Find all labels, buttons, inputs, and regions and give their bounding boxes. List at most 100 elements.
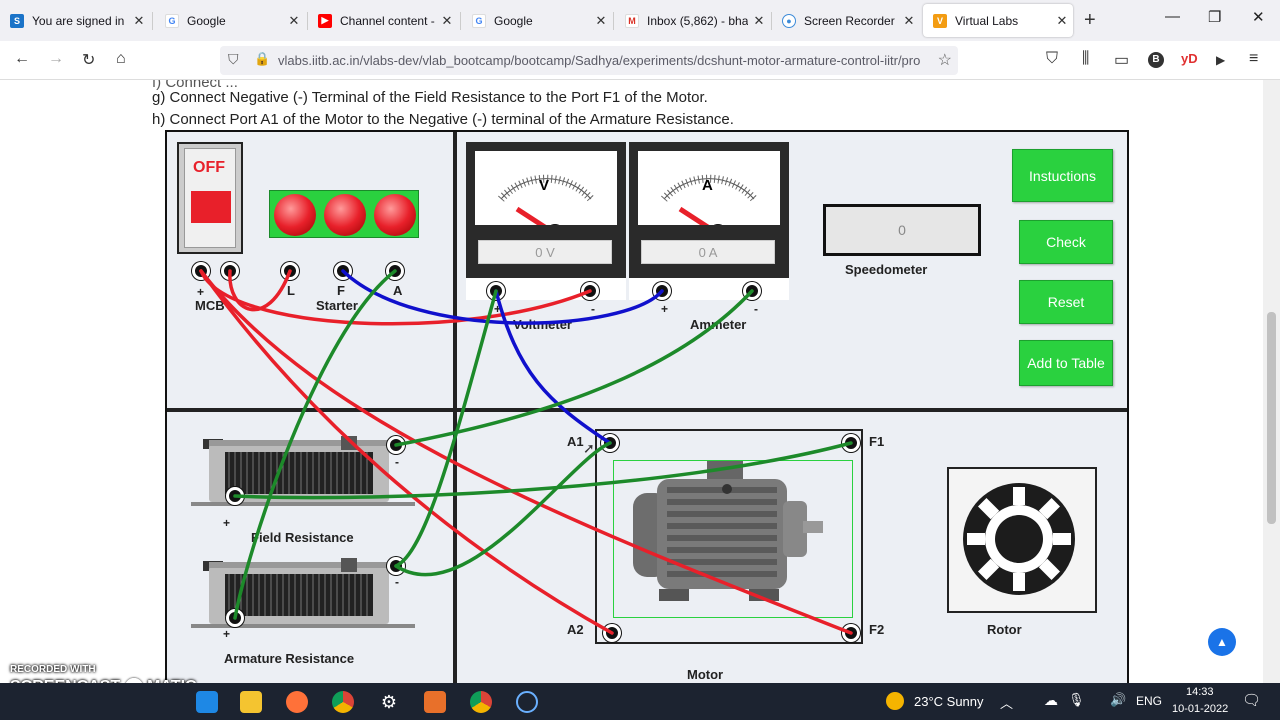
notification-icon[interactable]: 🗨: [1242, 691, 1261, 709]
reload-icon[interactable]: ↻: [82, 50, 95, 70]
url-text[interactable]: vlabs.iitb.ac.in/vlabs-dev/vlab_bootcamp…: [278, 53, 938, 68]
settings-icon[interactable]: ⚙: [378, 691, 400, 713]
reset-button[interactable]: Reset: [1019, 280, 1113, 324]
voltmeter-minus-label: -: [591, 302, 595, 316]
ammeter-reading: 0 A: [641, 240, 775, 264]
armature-resistance-plus-terminal[interactable]: [226, 609, 244, 627]
forward-icon[interactable]: →: [48, 50, 64, 68]
recorder-icon: ●: [782, 13, 796, 28]
mcb-terminal-1[interactable]: [192, 262, 210, 280]
wire-green-ammeter-minus-field-minus: [394, 289, 754, 447]
scroll-to-top-button[interactable]: ▲: [1208, 628, 1236, 656]
instructions-button[interactable]: Instuctions: [1012, 149, 1113, 202]
mcb-terminal-2[interactable]: [221, 262, 239, 280]
new-tab-button[interactable]: +: [1084, 9, 1096, 32]
motor-image: [633, 461, 823, 601]
edge-icon[interactable]: [196, 691, 218, 713]
address-bar[interactable]: ⛉ 🔒 vlabs.iitb.ac.in/vlabs-dev/vlab_boot…: [220, 46, 958, 75]
field-resistance-plus-terminal[interactable]: [226, 487, 244, 505]
motor-f2-terminal[interactable]: [842, 624, 860, 642]
ammeter-label: Ammeter: [690, 317, 747, 332]
media-extension-icon[interactable]: ▶: [1216, 53, 1225, 67]
field-resistance-minus-terminal[interactable]: [387, 436, 405, 454]
scrollbar-thumb[interactable]: [1267, 312, 1276, 524]
account-badge[interactable]: B: [1148, 52, 1164, 68]
check-button[interactable]: Check: [1019, 220, 1113, 264]
onedrive-icon[interactable]: ☁: [1044, 692, 1058, 709]
armature-resistance-rheostat: [191, 558, 415, 628]
clock-time[interactable]: 14:33: [1186, 686, 1214, 698]
tab-inbox[interactable]: M Inbox (5,862) - bhav ✕: [615, 4, 770, 37]
lock-icon[interactable]: 🔒: [254, 51, 270, 67]
language-indicator[interactable]: ENG: [1136, 694, 1162, 708]
yd-extension-icon[interactable]: yD: [1181, 51, 1198, 66]
speedometer-display: 0: [823, 204, 981, 256]
tab-channel-content[interactable]: ▶ Channel content - Y ✕: [308, 4, 458, 37]
voltmeter-minus-terminal[interactable]: [581, 282, 599, 300]
ammeter-plus-terminal[interactable]: [653, 282, 671, 300]
chrome-icon[interactable]: [332, 691, 354, 713]
starter-terminal-l[interactable]: [281, 262, 299, 280]
lab-workbench: OFF + MCB L F Starter A V 0 V + - Voltme…: [165, 130, 1129, 683]
file-explorer-icon[interactable]: [240, 691, 262, 713]
armature-resistance-minus-terminal[interactable]: [387, 557, 405, 575]
page-content: f) Connect ... g) Connect Negative (-) T…: [0, 80, 1280, 683]
tray-chevron-icon[interactable]: ︿: [1000, 693, 1013, 712]
firefox-icon[interactable]: [286, 691, 308, 713]
field-resistance-label: Field Resistance: [251, 530, 354, 545]
close-icon[interactable]: ✕: [590, 13, 612, 29]
tab-screen-recorder[interactable]: ● Screen Recorder | Sc ✕: [772, 4, 920, 37]
tab-google-1[interactable]: G Google ✕: [155, 4, 305, 37]
tab-google-2[interactable]: G Google ✕: [462, 4, 612, 37]
menu-icon[interactable]: ≡: [1249, 50, 1258, 68]
shield-icon[interactable]: ⛉: [228, 51, 239, 68]
starter-terminal-a[interactable]: [386, 262, 404, 280]
bookmark-star-icon[interactable]: ☆: [938, 50, 952, 70]
rotor-icon: [963, 483, 1075, 595]
page-scrollbar[interactable]: [1263, 80, 1280, 683]
matlab-icon[interactable]: [424, 691, 446, 713]
chrome-icon-2[interactable]: [470, 691, 492, 713]
motor-a2-terminal[interactable]: [603, 624, 621, 642]
starter-f-label: F: [337, 283, 345, 298]
home-icon[interactable]: ⌂: [116, 50, 126, 68]
ammeter-minus-terminal[interactable]: [743, 282, 761, 300]
rotor-panel: [947, 467, 1097, 613]
tab-signed-in[interactable]: S You are signed in as ✕: [0, 4, 150, 37]
close-icon[interactable]: ✕: [283, 13, 305, 29]
microphone-icon[interactable]: 🎙: [1068, 692, 1085, 708]
voltmeter-plus-terminal[interactable]: [487, 282, 505, 300]
mcb-lever[interactable]: [191, 191, 231, 223]
back-icon[interactable]: ←: [14, 50, 30, 68]
close-icon[interactable]: ✕: [128, 13, 150, 29]
minimize-icon[interactable]: —: [1165, 8, 1180, 25]
restore-icon[interactable]: ❐: [1208, 8, 1221, 26]
tab-virtual-labs[interactable]: V Virtual Labs ✕: [923, 4, 1073, 37]
weather-text[interactable]: 23°C Sunny: [914, 694, 984, 709]
volume-icon[interactable]: 🔊: [1110, 692, 1126, 708]
screencast-taskbar-icon[interactable]: [516, 691, 538, 713]
add-to-table-button[interactable]: Add to Table: [1019, 340, 1113, 386]
vlab-icon: V: [933, 13, 947, 28]
pocket-icon[interactable]: ⛉: [1046, 50, 1058, 68]
google-icon: G: [165, 13, 179, 28]
close-window-icon[interactable]: ✕: [1252, 8, 1265, 26]
mcb-switch[interactable]: OFF: [177, 142, 243, 254]
close-icon[interactable]: ✕: [898, 13, 920, 29]
watermark-line1: RECORDED WITH: [10, 664, 96, 675]
library-icon[interactable]: ⫼: [1082, 50, 1089, 68]
starter-terminal-f[interactable]: [334, 262, 352, 280]
ammeter-symbol: A: [702, 177, 713, 194]
motor-a1-terminal[interactable]: [601, 434, 619, 452]
wire-red-mcb-starter-l: [228, 269, 292, 312]
sidebar-icon[interactable]: ▭: [1114, 50, 1129, 70]
close-icon[interactable]: ✕: [436, 13, 458, 29]
voltmeter-label: Voltmeter: [513, 317, 572, 332]
motor-f1-terminal[interactable]: [842, 434, 860, 452]
close-icon[interactable]: ✕: [1051, 13, 1073, 29]
close-icon[interactable]: ✕: [748, 13, 770, 29]
motor-a1-label: A1: [567, 434, 584, 449]
starter-label: Starter: [316, 298, 358, 313]
clock-date[interactable]: 10-01-2022: [1172, 703, 1228, 715]
mouse-cursor-icon: ➚: [583, 440, 595, 456]
